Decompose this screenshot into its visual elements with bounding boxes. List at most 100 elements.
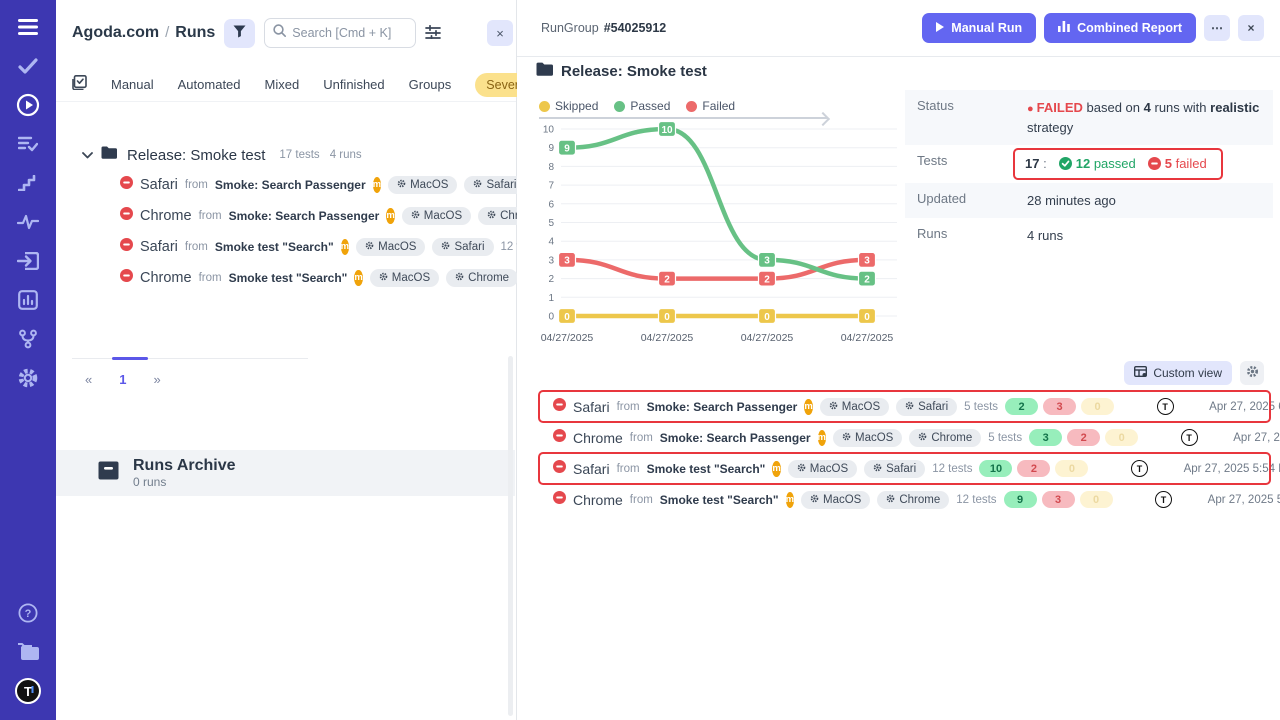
run-tree-item[interactable]: Safari from Smoke test "Search" m MacOS …: [56, 231, 516, 262]
run-date: Apr 27, 2025 5:53 PM: [1202, 494, 1280, 506]
tab-mixed[interactable]: Mixed: [265, 77, 300, 92]
panel-close-button[interactable]: ×: [487, 20, 513, 46]
gear-icon: [886, 494, 895, 506]
minus-circle-icon: [1148, 157, 1161, 170]
status-row-label: Status: [917, 98, 1027, 113]
filter-button[interactable]: [224, 19, 255, 48]
run-group-title: Release: Smoke test: [127, 147, 265, 164]
run-tree-item[interactable]: Chrome from Smoke: Search Passenger m Ma…: [56, 200, 516, 231]
gear-icon: [810, 494, 819, 506]
legend-item-failed[interactable]: Failed: [686, 99, 735, 113]
prev-page-button[interactable]: «: [85, 372, 92, 387]
runs-tabs: Manual Automated Mixed Unfinished Groups…: [56, 68, 516, 102]
svg-text:10: 10: [543, 125, 555, 136]
funnel-icon: [233, 25, 246, 41]
run-from-label: from: [617, 401, 640, 413]
svg-text:7: 7: [548, 181, 554, 192]
failed-summary: 5 failed: [1148, 154, 1207, 174]
close-detail-button[interactable]: ×: [1238, 15, 1264, 41]
run-tests-count: 5 tests: [988, 432, 1022, 444]
failed-count-pill: 2: [1017, 460, 1050, 477]
tests-row: Tests 17 : 12 passed 5 failed: [905, 145, 1273, 183]
run-from-label: from: [185, 179, 208, 191]
legend-item-skipped[interactable]: Skipped: [539, 99, 598, 113]
table-row[interactable]: Safari from Smoke test "Search" m MacOS …: [517, 453, 1280, 484]
tab-manual[interactable]: Manual: [111, 77, 154, 92]
manual-badge: m: [354, 270, 362, 286]
projects-icon[interactable]: [12, 639, 44, 665]
combined-report-button[interactable]: Combined Report: [1044, 13, 1196, 43]
env-pill-browser: Chrome: [877, 491, 949, 509]
run-browser-name: Safari: [140, 177, 178, 193]
reports-icon[interactable]: [12, 287, 44, 313]
run-source-name: Smoke test "Search": [660, 493, 779, 507]
gear-icon: [918, 432, 927, 444]
steps-icon[interactable]: [12, 170, 44, 196]
next-page-button[interactable]: »: [153, 372, 160, 387]
run-group-row[interactable]: Release: Smoke test 17 tests 4 runs: [56, 141, 516, 169]
env-pill-os: MacOS: [388, 176, 457, 194]
env-pill-os: MacOS: [402, 207, 471, 225]
gear-icon: [797, 463, 806, 475]
run-tree-item[interactable]: Chrome from Smoke test "Search" m MacOS …: [56, 262, 516, 293]
breadcrumb-page: Runs: [175, 24, 215, 42]
result-counts: 3 2 0: [1029, 429, 1151, 446]
menu-icon[interactable]: [12, 14, 44, 40]
svg-text:2: 2: [548, 274, 554, 285]
search-input[interactable]: [292, 26, 402, 40]
svg-text:04/27/2025: 04/27/2025: [541, 332, 594, 344]
env-pill-os: MacOS: [370, 269, 439, 287]
table-row[interactable]: Chrome from Smoke test "Search" m MacOS …: [517, 484, 1280, 515]
legend-item-passed[interactable]: Passed: [614, 99, 670, 113]
status-row: Status ●FAILED based on 4 runs with real…: [905, 90, 1273, 145]
rungroup-detail-panel: RunGroup #54025912 Manual Run Combined R…: [517, 0, 1280, 720]
more-actions-button[interactable]: ⋯: [1204, 15, 1230, 41]
gear-icon: [487, 210, 496, 222]
passed-count-pill: 3: [1029, 429, 1062, 446]
tests-icon[interactable]: [12, 53, 44, 79]
import-icon[interactable]: [12, 248, 44, 274]
passed-count-pill: 2: [1005, 398, 1038, 415]
select-runs-icon[interactable]: [72, 75, 87, 95]
tab-groups[interactable]: Groups: [409, 77, 452, 92]
page-1-button[interactable]: 1: [119, 372, 126, 387]
svg-text:0: 0: [764, 312, 770, 323]
run-browser-name: Safari: [573, 399, 610, 415]
run-tests-count: 12 tests: [956, 494, 996, 506]
failed-status-icon: [120, 207, 133, 225]
archive-title: Runs Archive: [133, 457, 236, 475]
testomat-logo-icon[interactable]: T: [12, 678, 44, 704]
manual-run-button[interactable]: Manual Run: [922, 13, 1036, 43]
tab-automated[interactable]: Automated: [178, 77, 241, 92]
chevron-down-icon[interactable]: [82, 146, 93, 164]
tab-unfinished[interactable]: Unfinished: [323, 77, 384, 92]
help-icon[interactable]: ?: [12, 600, 44, 626]
runs-icon[interactable]: [12, 92, 44, 118]
passed-summary: 12 passed: [1059, 154, 1136, 174]
panel-scrollbar[interactable]: [508, 356, 513, 716]
table-settings-button[interactable]: [1240, 361, 1264, 385]
breadcrumb-separator: /: [165, 24, 169, 41]
chart-legend: Skipped Passed Failed: [535, 98, 907, 114]
run-from-label: from: [630, 432, 653, 444]
svg-text:2: 2: [764, 274, 770, 285]
pulse-icon[interactable]: [12, 209, 44, 235]
search-box: [264, 18, 416, 48]
svg-text:3: 3: [864, 256, 870, 267]
view-options-button[interactable]: [425, 25, 441, 42]
table-row[interactable]: Safari from Smoke: Search Passenger m Ma…: [517, 391, 1280, 422]
run-tree-item[interactable]: Safari from Smoke: Search Passenger m Ma…: [56, 169, 516, 200]
breadcrumb: Agoda.com / Runs: [72, 24, 215, 42]
custom-view-button[interactable]: Custom view: [1124, 361, 1232, 385]
run-tests-count: 12 tests: [932, 463, 972, 475]
branches-icon[interactable]: [12, 326, 44, 352]
table-row[interactable]: Chrome from Smoke: Search Passenger m Ma…: [517, 422, 1280, 453]
settings-icon[interactable]: [12, 365, 44, 391]
suites-icon[interactable]: [12, 131, 44, 157]
breadcrumb-project[interactable]: Agoda.com: [72, 24, 159, 42]
svg-text:T: T: [24, 684, 32, 699]
result-counts: 2 3 0: [1005, 398, 1127, 415]
runs-archive-row[interactable]: Runs Archive 0 runs: [56, 450, 515, 496]
runs-table: Safari from Smoke: Search Passenger m Ma…: [517, 391, 1280, 515]
runs-panel-header: Agoda.com / Runs ×: [56, 14, 516, 52]
